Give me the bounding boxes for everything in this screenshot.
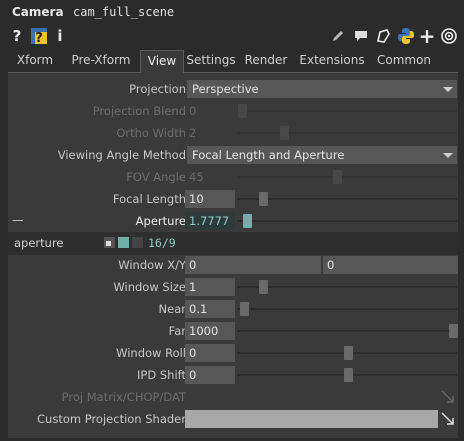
- projection-menu[interactable]: Perspective: [187, 80, 457, 98]
- svg-text:?: ?: [35, 31, 43, 45]
- near-slider-handle[interactable]: [240, 302, 249, 316]
- param-far: Far 1000: [8, 320, 458, 342]
- viewing-angle-method-menu[interactable]: Focal Length and Aperture: [187, 146, 457, 164]
- far-label: Far: [168, 324, 186, 338]
- tab-xform[interactable]: Xform: [8, 50, 62, 71]
- tab-settings[interactable]: Settings: [182, 50, 240, 71]
- focal-length-slider-handle[interactable]: [259, 192, 268, 206]
- arrow-icon[interactable]: [441, 412, 455, 429]
- param-window-xy: Window X/Y 0 0: [8, 254, 458, 276]
- proj-matrix-label: Proj Matrix/CHOP/DAT: [61, 390, 186, 404]
- projection-value: Perspective: [192, 82, 259, 96]
- param-projection: Projection Perspective: [8, 78, 458, 100]
- near-label: Near: [158, 302, 186, 316]
- param-viewing-angle-method: Viewing Angle Method Focal Length and Ap…: [8, 144, 458, 166]
- aperture-expression-row: aperture 16/9: [8, 232, 458, 254]
- aperture-field[interactable]: 1.7777: [185, 212, 235, 230]
- fov-angle-slider-track: [237, 176, 457, 178]
- chevron-down-icon: [443, 87, 453, 92]
- title-bar: Camera cam_full_scene: [0, 0, 464, 24]
- tab-view[interactable]: View: [140, 50, 184, 73]
- projection-blend-slider-track: [237, 110, 457, 112]
- operator-type: Camera: [12, 5, 64, 19]
- edit-icon[interactable]: [330, 26, 346, 46]
- projection-label: Projection: [129, 82, 186, 96]
- window-x-field[interactable]: 0: [185, 256, 321, 274]
- param-window-size: Window Size 1: [8, 276, 458, 298]
- parameter-panel: Projection Perspective Projection Blend …: [8, 73, 458, 438]
- aperture-expression-field[interactable]: 16/9: [148, 236, 176, 250]
- custom-projection-shader-field[interactable]: [185, 410, 438, 428]
- aperture-slider-handle[interactable]: [243, 214, 252, 228]
- far-field[interactable]: 1000: [185, 322, 235, 340]
- parameter-tabs: Xform Pre-Xform View Settings Render Ext…: [8, 50, 458, 73]
- param-window-roll: Window Roll 0: [8, 342, 458, 364]
- ortho-width-slider-track: [237, 132, 457, 134]
- constant-mode-icon[interactable]: [104, 237, 115, 248]
- collapse-toggle-icon[interactable]: —: [12, 213, 24, 227]
- projection-blend-field: 0: [185, 102, 235, 120]
- ipd-shift-label: IPD Shift: [137, 368, 186, 382]
- viewing-angle-method-value: Focal Length and Aperture: [192, 148, 345, 162]
- tab-render[interactable]: Render: [240, 50, 292, 71]
- fov-angle-label: FOV Angle: [126, 170, 186, 184]
- python-help-icon[interactable]: ?: [30, 26, 48, 46]
- fov-angle-field: 45: [185, 168, 235, 186]
- export-mode-icon[interactable]: [132, 237, 143, 248]
- ortho-width-label: Ortho Width: [116, 126, 186, 140]
- param-ipd-shift: IPD Shift 0: [8, 364, 458, 386]
- ipd-shift-field[interactable]: 0: [185, 366, 235, 384]
- far-slider-handle[interactable]: [449, 324, 458, 338]
- ortho-width-field: 2: [185, 124, 235, 142]
- param-projection-blend: Projection Blend 0: [8, 100, 458, 122]
- toolbar: ? ? i +: [0, 24, 464, 48]
- expression-mode-icon[interactable]: [118, 237, 129, 248]
- focal-length-field[interactable]: 10: [185, 190, 235, 208]
- param-near: Near 0.1: [8, 298, 458, 320]
- tab-common[interactable]: Common: [372, 50, 436, 71]
- focal-length-label: Focal Length: [112, 192, 186, 206]
- window-roll-field[interactable]: 0: [185, 344, 235, 362]
- window-roll-label: Window Roll: [116, 346, 186, 360]
- window-size-label: Window Size: [113, 280, 186, 294]
- custom-projection-shader-label: Custom Projection Shader: [37, 412, 186, 426]
- window-y-field[interactable]: 0: [323, 256, 458, 274]
- add-icon[interactable]: +: [419, 24, 436, 48]
- window-roll-slider-handle[interactable]: [344, 346, 353, 360]
- param-fov-angle: FOV Angle 45: [8, 166, 458, 188]
- focal-length-slider-track[interactable]: [237, 198, 457, 200]
- tab-pre-xform[interactable]: Pre-Xform: [62, 50, 140, 71]
- near-field[interactable]: 0.1: [185, 300, 235, 318]
- viewing-angle-method-label: Viewing Angle Method: [57, 148, 186, 162]
- param-proj-matrix: Proj Matrix/CHOP/DAT: [8, 386, 458, 408]
- projection-blend-label: Projection Blend: [92, 104, 186, 118]
- projection-blend-slider-handle: [238, 104, 247, 118]
- target-icon[interactable]: [440, 26, 458, 46]
- aperture-expression-label: aperture: [14, 236, 64, 250]
- ipd-shift-slider-handle[interactable]: [344, 368, 353, 382]
- param-focal-length: Focal Length 10: [8, 188, 458, 210]
- operator-name[interactable]: cam_full_scene: [73, 5, 174, 19]
- near-slider-track[interactable]: [237, 308, 457, 310]
- param-custom-projection-shader: Custom Projection Shader: [8, 408, 458, 430]
- aperture-label: Aperture: [135, 214, 186, 228]
- arrow-icon: [441, 390, 455, 407]
- ortho-width-slider-handle: [280, 126, 289, 140]
- window-size-field[interactable]: 1: [185, 278, 235, 296]
- window-xy-label: Window X/Y: [118, 258, 186, 272]
- chevron-down-icon: [443, 153, 453, 158]
- param-ortho-width: Ortho Width 2: [8, 122, 458, 144]
- window-size-slider-track[interactable]: [237, 286, 457, 288]
- fov-angle-slider-handle: [333, 170, 342, 184]
- comment-icon[interactable]: [352, 26, 370, 46]
- aperture-slider-track[interactable]: [237, 220, 457, 222]
- python-icon[interactable]: [396, 26, 416, 46]
- window-size-slider-handle[interactable]: [259, 280, 268, 294]
- clone-icon[interactable]: [374, 26, 392, 46]
- far-slider-track[interactable]: [237, 330, 457, 332]
- info-icon[interactable]: i: [55, 26, 65, 46]
- tab-extensions[interactable]: Extensions: [292, 50, 372, 71]
- help-icon[interactable]: ?: [10, 26, 24, 46]
- param-aperture: — Aperture 1.7777: [8, 210, 458, 232]
